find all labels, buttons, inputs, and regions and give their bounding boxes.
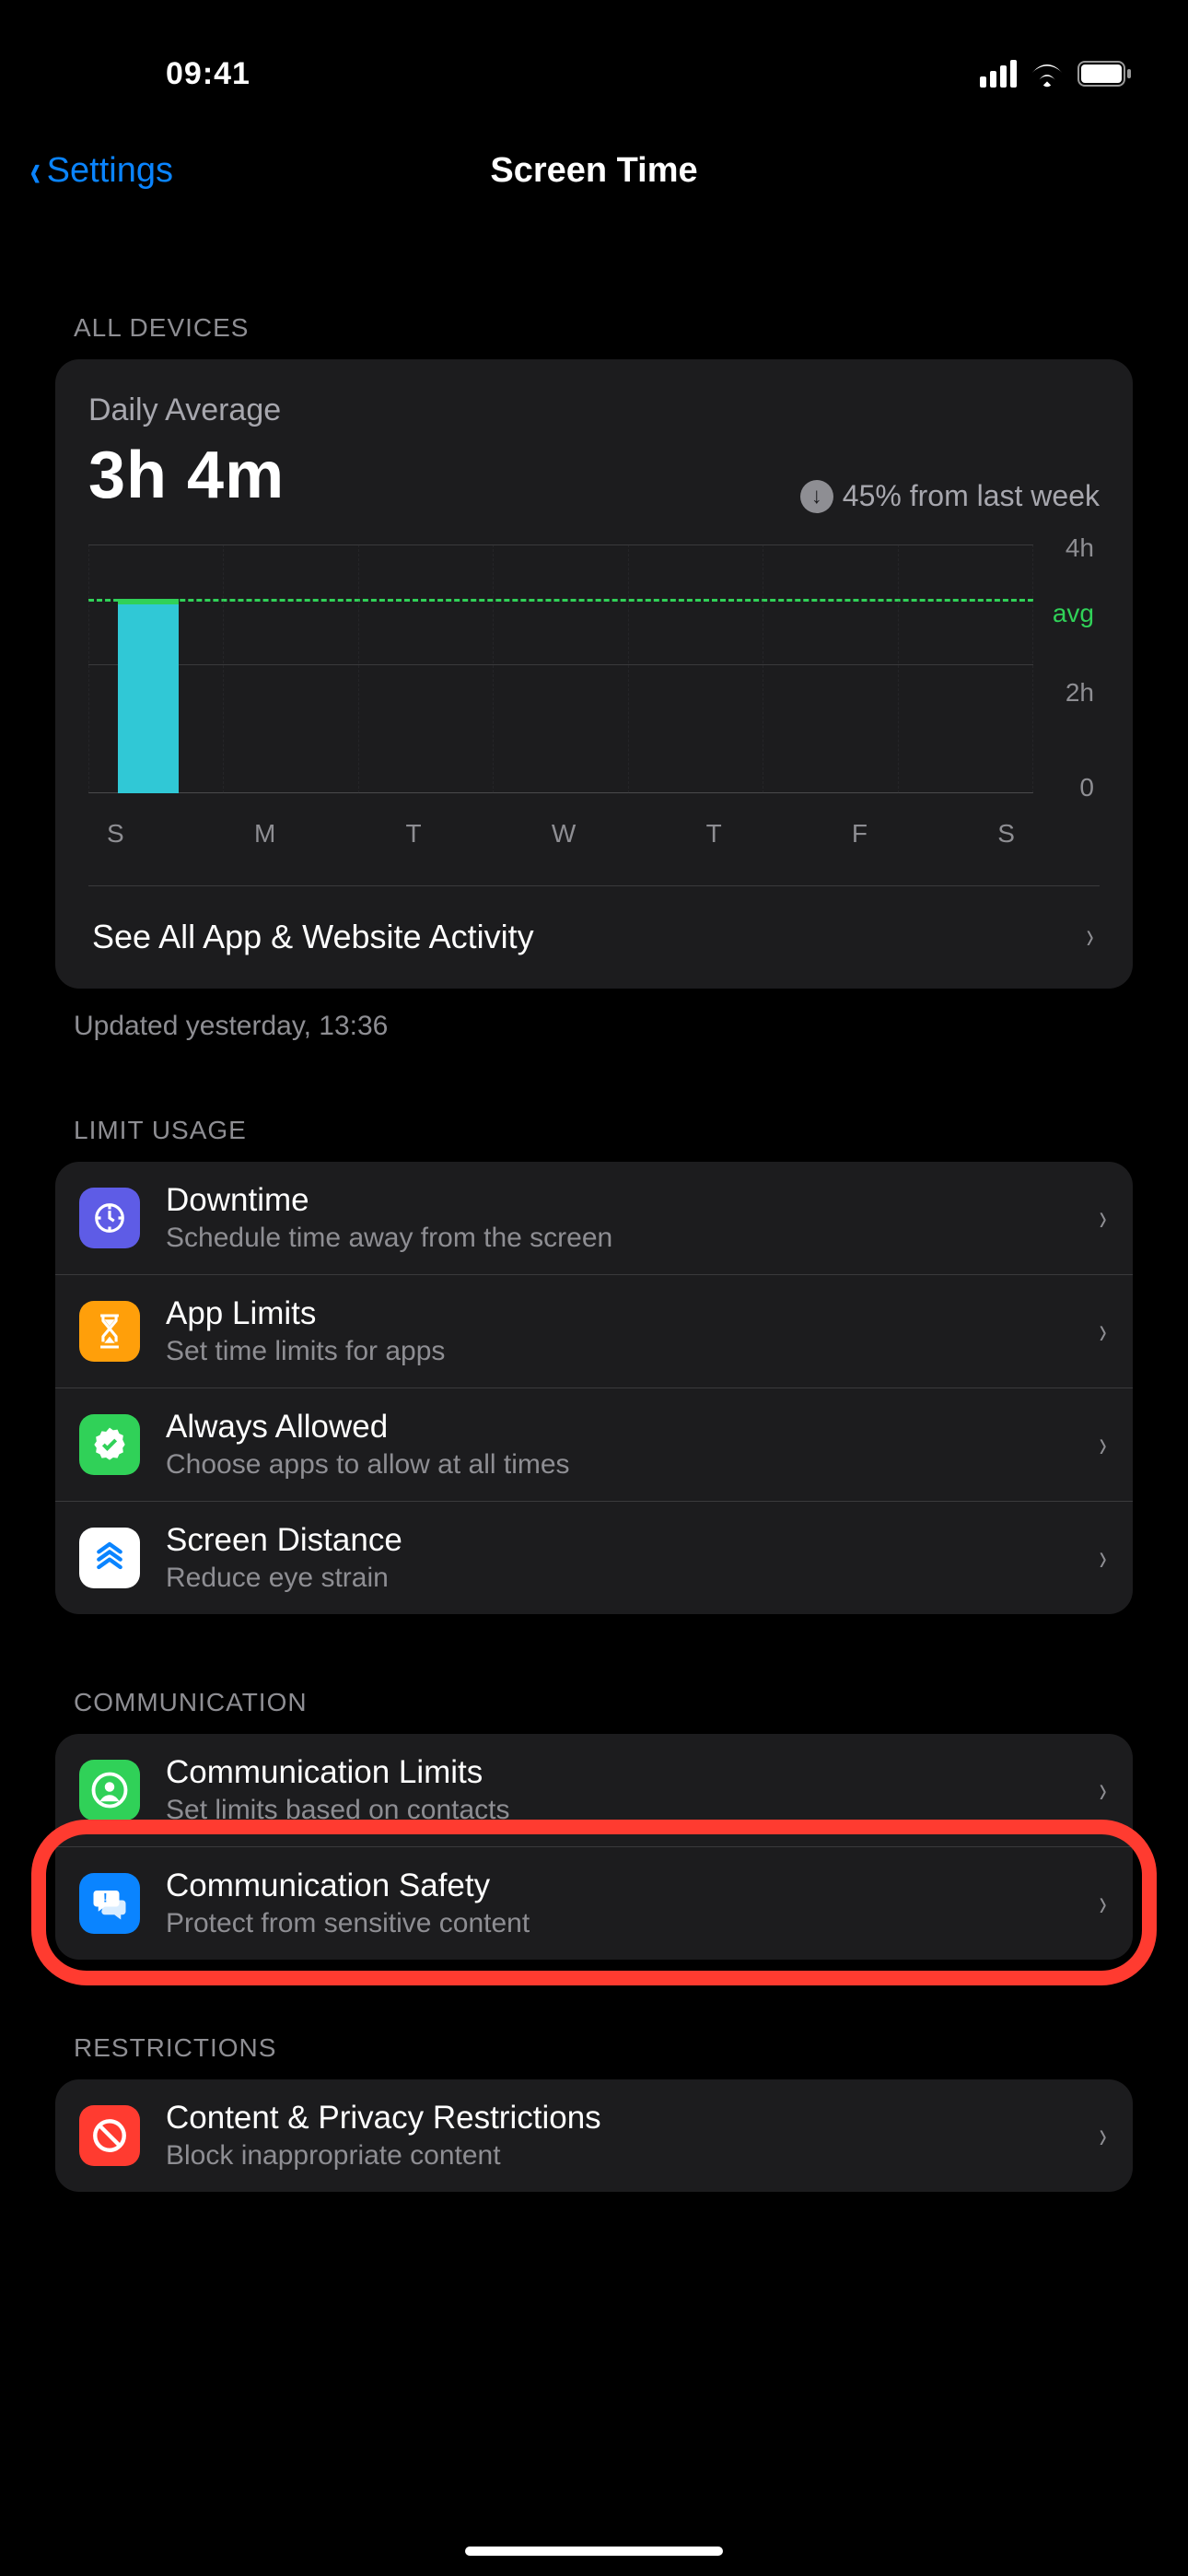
status-bar: 09:41 bbox=[0, 0, 1188, 129]
row-communication-safety[interactable]: ! Communication Safety Protect from sens… bbox=[55, 1846, 1133, 1960]
row-subtitle: Schedule time away from the screen bbox=[166, 1223, 1071, 1254]
row-downtime[interactable]: Downtime Schedule time away from the scr… bbox=[55, 1162, 1133, 1274]
nav-bar: ‹ Settings Screen Time bbox=[0, 129, 1188, 212]
see-all-label: See All App & Website Activity bbox=[92, 918, 534, 956]
limit-usage-list: Downtime Schedule time away from the scr… bbox=[55, 1162, 1133, 1614]
row-communication-limits[interactable]: Communication Limits Set limits based on… bbox=[55, 1734, 1133, 1846]
chevron-right-icon: › bbox=[1099, 1770, 1106, 1811]
chevron-right-icon: › bbox=[1099, 1538, 1106, 1579]
row-title: Always Allowed bbox=[166, 1409, 1071, 1446]
chevron-right-icon: › bbox=[1099, 1311, 1106, 1352]
y-tick: 2h bbox=[1066, 678, 1094, 708]
section-header-limit-usage: Limit Usage bbox=[74, 1116, 1114, 1145]
row-subtitle: Reduce eye strain bbox=[166, 1563, 1071, 1594]
back-label: Settings bbox=[47, 151, 173, 191]
chart-bar-sunday bbox=[118, 604, 179, 793]
row-title: Downtime bbox=[166, 1182, 1071, 1219]
x-tick: S bbox=[107, 819, 124, 849]
usage-chart: S M T W T F S 4h avg 2h 0 bbox=[88, 544, 1100, 849]
x-tick: W bbox=[552, 819, 576, 849]
cellular-signal-icon bbox=[980, 60, 1017, 88]
row-title: Communication Safety bbox=[166, 1868, 1071, 1904]
chevron-right-icon: › bbox=[1099, 1424, 1106, 1466]
section-header-communication: Communication bbox=[74, 1688, 1114, 1717]
chevron-right-icon: › bbox=[1099, 1883, 1106, 1925]
x-tick: M bbox=[254, 819, 275, 849]
checkmark-seal-icon bbox=[79, 1414, 140, 1475]
row-title: Content & Privacy Restrictions bbox=[166, 2100, 1071, 2137]
page-title: Screen Time bbox=[490, 151, 697, 191]
avg-label: avg bbox=[1053, 599, 1094, 628]
wifi-icon bbox=[1030, 60, 1065, 88]
arrow-down-icon: ↓ bbox=[800, 480, 833, 513]
row-subtitle: Protect from sensitive content bbox=[166, 1908, 1071, 1939]
row-content-privacy[interactable]: Content & Privacy Restrictions Block ina… bbox=[55, 2079, 1133, 2192]
row-subtitle: Choose apps to allow at all times bbox=[166, 1449, 1071, 1481]
svg-text:!: ! bbox=[103, 1890, 108, 1904]
person-circle-icon bbox=[79, 1760, 140, 1821]
row-screen-distance[interactable]: Screen Distance Reduce eye strain › bbox=[55, 1501, 1133, 1614]
daily-average-value: 3h 4m bbox=[88, 438, 285, 513]
chevron-right-icon: › bbox=[1086, 916, 1093, 957]
chevron-right-icon: › bbox=[1099, 2115, 1106, 2157]
daily-average-label: Daily Average bbox=[88, 392, 285, 428]
x-tick: S bbox=[997, 819, 1015, 849]
no-symbol-icon bbox=[79, 2105, 140, 2166]
x-tick: T bbox=[406, 819, 422, 849]
section-header-all-devices: All Devices bbox=[74, 313, 1114, 343]
downtime-icon bbox=[79, 1188, 140, 1248]
row-app-limits[interactable]: App Limits Set time limits for apps › bbox=[55, 1274, 1133, 1388]
chevron-right-icon: › bbox=[1099, 1198, 1106, 1239]
back-button[interactable]: ‹ Settings bbox=[28, 144, 173, 197]
x-tick: F bbox=[852, 819, 868, 849]
see-all-activity-row[interactable]: See All App & Website Activity › bbox=[88, 886, 1100, 989]
daily-average-delta: ↓ 45% from last week bbox=[800, 479, 1100, 513]
updated-label: Updated yesterday, 13:36 bbox=[74, 1011, 1133, 1042]
y-tick: 4h bbox=[1066, 533, 1094, 563]
y-tick: 0 bbox=[1079, 773, 1094, 802]
x-tick: T bbox=[706, 819, 722, 849]
chevron-left-icon: ‹ bbox=[29, 144, 41, 197]
restrictions-list: Content & Privacy Restrictions Block ina… bbox=[55, 2079, 1133, 2192]
section-header-restrictions: Restrictions bbox=[74, 2033, 1114, 2063]
row-subtitle: Block inappropriate content bbox=[166, 2140, 1071, 2172]
daily-average-card[interactable]: Daily Average 3h 4m ↓ 45% from last week bbox=[55, 359, 1133, 989]
chat-bubbles-icon: ! bbox=[79, 1873, 140, 1934]
hourglass-icon bbox=[79, 1301, 140, 1362]
status-time: 09:41 bbox=[55, 56, 250, 92]
screen-distance-icon bbox=[79, 1528, 140, 1588]
battery-icon bbox=[1077, 61, 1133, 87]
row-title: App Limits bbox=[166, 1295, 1071, 1332]
home-indicator[interactable] bbox=[465, 2547, 723, 2556]
row-always-allowed[interactable]: Always Allowed Choose apps to allow at a… bbox=[55, 1388, 1133, 1501]
row-subtitle: Set time limits for apps bbox=[166, 1336, 1071, 1367]
row-title: Communication Limits bbox=[166, 1754, 1071, 1791]
communication-list: Communication Limits Set limits based on… bbox=[55, 1734, 1133, 1960]
row-subtitle: Set limits based on contacts bbox=[166, 1795, 1071, 1826]
row-title: Screen Distance bbox=[166, 1522, 1071, 1559]
